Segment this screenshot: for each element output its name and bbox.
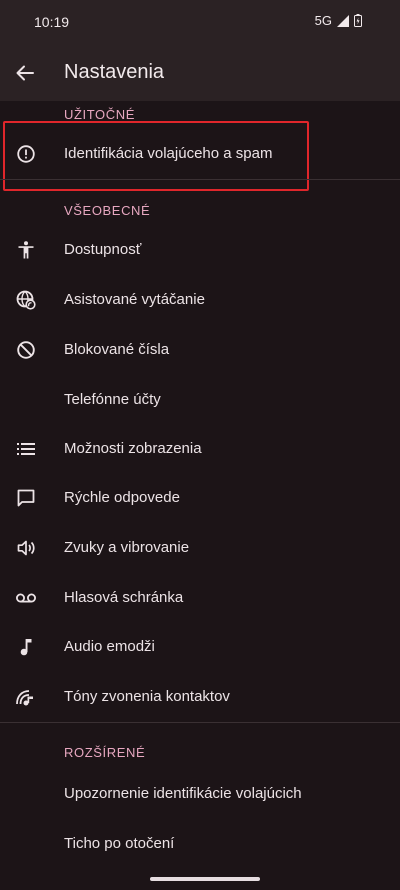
- settings-item-label: Asistované vytáčanie: [64, 291, 205, 308]
- settings-item-label: Dostupnosť: [64, 241, 142, 258]
- page-title: Nastavenia: [64, 61, 165, 83]
- settings-item-quick-responses[interactable]: Rýchle odpovede: [0, 474, 400, 524]
- signal-icon: [337, 14, 349, 27]
- network-type: 5G: [314, 13, 332, 28]
- section-header-useful: UŽITOČNÉ: [64, 107, 136, 122]
- divider: [0, 179, 400, 180]
- settings-item-label: Audio emodži: [64, 638, 155, 655]
- settings-item-contact-ringtones[interactable]: Tóny zvonenia kontaktov: [0, 673, 400, 723]
- arrow-back-icon: [16, 65, 34, 81]
- settings-item-label: Rýchle odpovede: [64, 489, 180, 506]
- settings-item-accessibility[interactable]: Dostupnosť: [0, 226, 400, 276]
- assisted-dialing-icon: [14, 288, 38, 312]
- section-header-general: VŠEOBECNÉ: [64, 203, 151, 218]
- contact-ringtone-icon: [14, 685, 38, 709]
- back-button[interactable]: [12, 60, 38, 86]
- battery-icon: [354, 14, 362, 27]
- settings-item-phone-accounts[interactable]: Telefónne účty: [0, 376, 400, 426]
- voicemail-icon: [14, 586, 38, 610]
- block-icon: [14, 338, 38, 362]
- settings-item-label: Tóny zvonenia kontaktov: [64, 688, 230, 705]
- divider: [0, 722, 400, 723]
- volume-icon: [14, 536, 38, 560]
- settings-item-label: Zvuky a vibrovanie: [64, 539, 190, 556]
- app-bar: Nastavenia: [0, 44, 400, 101]
- settings-item-voicemail[interactable]: Hlasová schránka: [0, 574, 400, 624]
- settings-item-audio-emoji[interactable]: Audio emodži: [0, 623, 400, 673]
- settings-item-display-options[interactable]: Možnosti zobrazenia: [0, 425, 400, 475]
- status-bar: 10:19 5G: [0, 0, 400, 44]
- settings-item-assisted-dialing[interactable]: Asistované vytáčanie: [0, 276, 400, 326]
- section-header-advanced: ROZŠÍRENÉ: [64, 745, 146, 760]
- music-note-icon: [14, 635, 38, 659]
- list-icon: [14, 437, 38, 461]
- settings-item-blocked-numbers[interactable]: Blokované čísla: [0, 326, 400, 376]
- phone-screen: 10:19 5G Nastavenia UŽITOČNÉ Identifikác…: [0, 0, 400, 890]
- settings-item-label: Hlasová schránka: [64, 589, 184, 606]
- settings-item-label: Ticho po otočení: [64, 835, 175, 852]
- accessibility-icon: [14, 238, 38, 262]
- settings-item-caller-id-announcement[interactable]: Upozornenie identifikácie volajúcich: [0, 770, 400, 820]
- status-icons: 5G: [315, 13, 362, 28]
- settings-item-label: Upozornenie identifikácie volajúcich: [64, 785, 302, 802]
- settings-item-label: Možnosti zobrazenia: [64, 440, 202, 457]
- settings-item-label: Blokované čísla: [64, 341, 170, 358]
- settings-item-flip-to-silence[interactable]: Ticho po otočení: [0, 820, 400, 870]
- message-icon: [14, 486, 38, 510]
- settings-item-label: Telefónne účty: [64, 391, 161, 408]
- status-time: 10:19: [34, 14, 70, 30]
- settings-item-sounds-vibration[interactable]: Zvuky a vibrovanie: [0, 524, 400, 574]
- highlight-box: [3, 121, 309, 191]
- navigation-handle[interactable]: [150, 877, 260, 881]
